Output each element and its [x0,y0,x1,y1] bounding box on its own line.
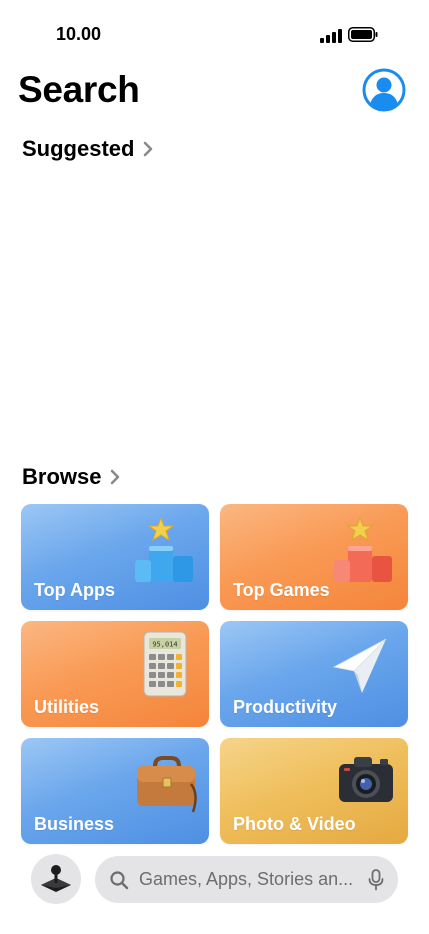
suggested-label: Suggested [22,136,135,161]
category-tile-utilities[interactable]: 95,014 Utilities [21,621,209,727]
category-label: Utilities [34,697,100,717]
search-placeholder: Games, Apps, Stories an... [139,869,354,889]
paper-plane-icon [332,638,387,693]
category-label: Photo & Video [233,814,356,834]
calculator-icon: 95,014 [143,631,187,697]
search-icon [110,870,129,889]
account-avatar-icon[interactable] [362,68,406,112]
category-tile-business[interactable]: Business [21,738,209,844]
cellular-signal-icon [320,29,342,43]
camera-icon [339,757,393,802]
podium-star-blue-icon [135,516,193,582]
chevron-right-icon [144,141,153,157]
category-label: Top Games [233,580,330,600]
arcade-joystick-icon [41,865,71,892]
category-label: Business [34,814,115,834]
category-label: Top Apps [34,580,115,600]
category-tile-top-games[interactable]: Top Games [220,504,408,610]
search-field[interactable]: Games, Apps, Stories an... [95,856,398,903]
suggested-section-header[interactable]: Suggested [22,136,154,162]
arcade-button[interactable] [31,854,81,904]
browse-label: Browse [22,464,102,489]
status-time: 10.00 [56,24,102,44]
page-title: Search [18,69,140,110]
chevron-right-icon [111,469,120,485]
browse-section-header[interactable]: Browse [22,464,121,490]
status-bar: 10.00 [0,0,429,70]
category-tile-photo-video[interactable]: Photo & Video [220,738,408,844]
category-tile-top-apps[interactable]: Top Apps [21,504,209,610]
briefcase-icon [137,756,197,813]
category-tile-productivity[interactable]: Productivity [220,621,408,727]
category-label: Productivity [233,697,338,717]
calculator-display: 95,014 [152,641,177,649]
microphone-icon[interactable] [368,868,384,891]
podium-star-red-icon [334,516,392,582]
battery-icon [348,27,378,42]
